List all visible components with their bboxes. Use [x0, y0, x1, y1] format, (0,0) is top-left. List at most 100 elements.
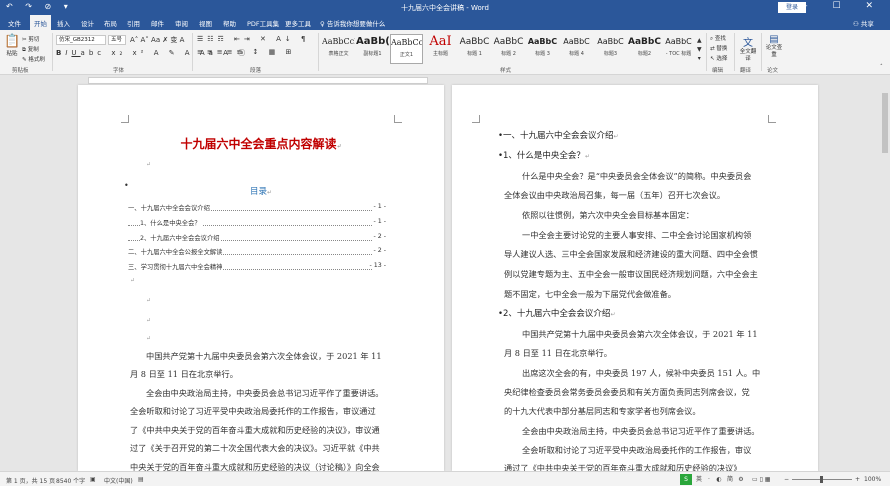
select-button[interactable]: ↖ 选择	[710, 54, 727, 62]
toc-entry[interactable]: 三、学习贯彻十九届六中全会精神 - 13 -	[128, 262, 388, 271]
tab-pdf-tools[interactable]: PDF工具集	[247, 18, 279, 28]
style-table-body[interactable]: AaBbCcI 表格正文	[322, 34, 355, 64]
style-heading3-custom[interactable]: AaBbC 标题3	[594, 34, 627, 64]
body-paragraph-line: 出席这次全会的有，中央委员 197 人，候补中央委员 151 人。中	[522, 368, 761, 378]
body-paragraph-line: 一中全会主要讨论党的主要人事安排、二中全会讨论国家机构领	[522, 230, 752, 240]
window-controls[interactable]: — ☐ ✕	[799, 1, 884, 11]
paragraph-group-label: 段落	[250, 68, 262, 74]
body-paragraph-line: 全会由中央政治局主持，中央委员会总书记习近平作了重要讲话。	[522, 426, 760, 436]
style-toc-heading[interactable]: AaBbC - TOC 标题	[662, 34, 695, 64]
view-mode-icons[interactable]: ▭ ▯ ▦	[752, 476, 770, 483]
ime-simplified[interactable]: 简	[725, 474, 735, 485]
toc-entry[interactable]: 二、十九届六中全会公报全文解读 - 2 -	[128, 247, 388, 256]
replace-icon: ⇄	[710, 46, 715, 52]
style-heading-3[interactable]: AaBbC 标题 3	[526, 34, 559, 64]
toc-entry[interactable]: 1、什么是中央全会？ - 1 -	[128, 218, 388, 227]
search-icon: ⌕	[710, 36, 714, 42]
ime-mode[interactable]: 英	[694, 474, 704, 485]
tell-me-search[interactable]: ♀ 告诉我你想要做什么	[320, 18, 385, 28]
tab-mailings[interactable]: 邮件	[151, 18, 164, 28]
clipboard-group-label: 剪贴板	[12, 68, 29, 74]
body-paragraph-line: 中央关于党的百年奋斗重大成就和历史经验的决议（讨论稿）》向全会	[130, 462, 380, 471]
paragraph-mark: ↵	[130, 277, 136, 284]
ribbon: 📋 粘贴 ✂ 剪切 ⧉ 复制 ✎ 格式刷 剪贴板 仿宋_GB2312 五号 A˄…	[0, 30, 890, 75]
format-painter-button[interactable]: ✎ 格式刷	[22, 55, 45, 63]
document-title: 十九届六中全会重点内容解读↵	[180, 137, 342, 151]
translate-group-label: 翻译	[740, 68, 752, 74]
margin-corner	[768, 115, 776, 123]
language-indicator[interactable]: 中文(中国)	[104, 476, 133, 485]
tab-references[interactable]: 引用	[127, 18, 140, 28]
collapse-ribbon-icon[interactable]: ˄	[880, 64, 883, 70]
horizontal-ruler[interactable]	[88, 77, 428, 84]
grow-shrink-font-icons[interactable]: A˄ A˅ Aa ✗ 变 A	[130, 35, 184, 45]
tab-insert[interactable]: 插入	[57, 18, 70, 28]
ime-settings-icon[interactable]: ⚙	[736, 474, 746, 485]
toc-entry[interactable]: 一、十九届六中全会会议介绍 - 1 -	[128, 203, 388, 212]
proofing-icon[interactable]: ▣	[90, 476, 96, 483]
document-page-2[interactable]: •一、十九届六中全会会议介绍↵ •1、什么是中央全会？↵ 什么是中央全会？是“中…	[452, 85, 818, 471]
heading-2: •1、什么是中央全会？↵	[498, 151, 590, 161]
style-main-title[interactable]: AaI 主标题	[424, 34, 457, 64]
style-heading-2[interactable]: AaBbC 标题 2	[492, 34, 525, 64]
zoom-slider-thumb[interactable]	[820, 476, 823, 483]
word-count[interactable]: 8540 个字	[56, 476, 85, 485]
ime-emoji-icon[interactable]: ◐	[714, 474, 724, 485]
style-body-1[interactable]: AaBbCc 正文1	[390, 34, 423, 64]
document-page-1[interactable]: 十九届六中全会重点内容解读↵ ↵ • 目录↵ 一、十九届六中全会会议介绍 - 1 …	[78, 85, 444, 471]
tab-help[interactable]: 帮助	[223, 18, 236, 28]
tab-more-tools[interactable]: 更多工具	[285, 18, 311, 28]
vertical-scrollbar[interactable]	[880, 85, 890, 471]
font-size-select[interactable]: 五号	[108, 35, 126, 45]
tab-home[interactable]: 开始	[30, 15, 51, 30]
find-button[interactable]: ⌕ 查找	[710, 34, 726, 43]
ime-punctuation[interactable]: ·	[705, 474, 713, 485]
cut-button[interactable]: ✂ 剪切	[22, 35, 39, 43]
full-text-translate-button[interactable]: 文全文翻译	[738, 34, 758, 63]
copy-icon: ⧉	[22, 47, 26, 53]
tab-view[interactable]: 视图	[199, 18, 212, 28]
paragraph-mark: ↵	[146, 161, 152, 168]
style-subtitle-1[interactable]: AaBb(副标题1	[356, 34, 389, 64]
paper-group-label: 论文	[767, 68, 779, 74]
tab-design[interactable]: 设计	[81, 18, 94, 28]
ime-logo-icon[interactable]: S	[680, 474, 692, 485]
paper-check-button[interactable]: ▤ 论文查重	[764, 34, 784, 59]
replace-button[interactable]: ⇄ 替换	[710, 44, 727, 52]
zoom-out-icon[interactable]: −	[784, 476, 789, 483]
list-indent-icons[interactable]: ☰☷☶ ⇤⇥ ✕ A↓ ¶	[197, 35, 309, 43]
style-heading-1[interactable]: AaBbC 标题 1	[458, 34, 491, 64]
document-check-icon: ▤	[769, 34, 779, 45]
style-heading-4[interactable]: AaBbC 标题 4	[560, 34, 593, 64]
body-paragraph-line: 全会听取和讨论了习近平受中央政治局委托作的工作报告，审议	[522, 445, 752, 455]
body-paragraph-line: 什么是中央全会？是“中央委员会全体会议”的简称。中央委员会	[522, 171, 752, 181]
copy-button[interactable]: ⧉ 复制	[22, 45, 39, 54]
separator	[52, 33, 53, 71]
body-paragraph-line: 中国共产党第十九届中央委员会第六次全体会议，于 2021 年 11	[146, 351, 382, 361]
separator	[734, 33, 735, 71]
separator	[761, 33, 762, 71]
page-count[interactable]: 第 1 页，共 15 页	[6, 476, 55, 485]
zoom-in-icon[interactable]: +	[855, 476, 860, 483]
tab-review[interactable]: 审阅	[175, 18, 188, 28]
styles-scroll-icons[interactable]: ▲ ▼ ▾	[697, 36, 702, 63]
style-heading2-custom[interactable]: AaBbC 标题2	[628, 34, 661, 64]
macro-icon[interactable]: ▤	[138, 476, 144, 483]
toc-entry[interactable]: 2、十九届六中全会会议介绍 - 2 -	[128, 233, 388, 242]
toc-heading: 目录↵	[249, 187, 273, 197]
separator	[706, 33, 707, 71]
scrollbar-thumb[interactable]	[882, 93, 888, 153]
body-paragraph-line: 月 8 日至 11 日在北京举行。	[504, 348, 612, 358]
tab-layout[interactable]: 布局	[104, 18, 117, 28]
zoom-level[interactable]: 100%	[864, 476, 881, 483]
paste-button[interactable]: 📋 粘贴	[4, 34, 20, 57]
editing-group-label: 编辑	[712, 68, 724, 74]
font-group-label: 字体	[113, 68, 125, 74]
status-bar: 第 1 页，共 15 页 8540 个字 ▣ 中文(中国) ▤ S 英 · ◐ …	[0, 471, 890, 486]
font-name-select[interactable]: 仿宋_GB2312	[56, 35, 106, 45]
paragraph-mark: ↵	[146, 297, 152, 304]
alignment-icons[interactable]: ≡≡≡≡≡ ↕ ▦ ⊞	[197, 48, 295, 56]
tab-file[interactable]: 文件	[8, 18, 21, 28]
lightbulb-icon: ♀	[320, 20, 327, 28]
share-button[interactable]: ⚇ 共享	[853, 18, 874, 28]
